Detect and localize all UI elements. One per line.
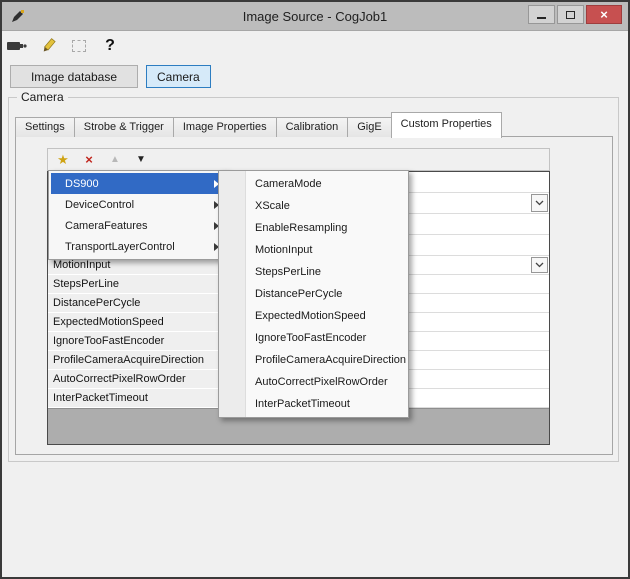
context-menu: DS900 DeviceControl CameraFeatures Trans…	[48, 170, 228, 260]
menu-item-label: CameraFeatures	[65, 220, 148, 232]
setup-button[interactable]	[37, 35, 59, 57]
titlebar[interactable]: Image Source - CogJob1 ×	[2, 2, 628, 31]
property-name: InterPacketTimeout	[48, 389, 226, 408]
menu-item-label: DS900	[65, 178, 99, 190]
acquire-icon	[7, 38, 27, 54]
context-menu-item[interactable]: CameraFeatures	[51, 215, 225, 236]
submenu-item[interactable]: EnableResampling	[221, 217, 406, 239]
help-button[interactable]: ?	[99, 35, 121, 57]
menu-item-label: TransportLayerControl	[65, 241, 175, 253]
menu-item-label: DeviceControl	[65, 199, 134, 211]
submenu-item[interactable]: StepsPerLine	[221, 261, 406, 283]
submenu-item[interactable]: ExpectedMotionSpeed	[221, 305, 406, 327]
source-buttons: Image database Camera	[10, 65, 211, 88]
maximize-button[interactable]	[557, 5, 584, 24]
submenu-item[interactable]: InterPacketTimeout	[221, 393, 406, 415]
tab[interactable]: Settings	[15, 117, 75, 137]
submenu-item[interactable]: IgnoreTooFastEncoder	[221, 327, 406, 349]
submenu-item-label: IgnoreTooFastEncoder	[255, 332, 366, 344]
move-up-icon: ▲	[110, 155, 120, 165]
grid-toolbar: ★ × ▲ ▼	[47, 148, 550, 171]
tab[interactable]: Custom Properties	[391, 112, 502, 138]
submenu-item-label: CameraMode	[255, 178, 322, 190]
context-menu-item[interactable]: DS900	[51, 173, 225, 194]
submenu-item-label: ProfileCameraAcquireDirection	[255, 354, 406, 366]
camera-groupbox-label: Camera	[17, 90, 68, 104]
tab[interactable]: Image Properties	[173, 117, 277, 137]
dropdown-button[interactable]	[531, 194, 548, 212]
acquire-button[interactable]	[6, 35, 28, 57]
submenu-item[interactable]: CameraMode	[221, 173, 406, 195]
context-menu-item[interactable]: TransportLayerControl	[51, 236, 225, 257]
tab[interactable]: GigE	[347, 117, 391, 137]
move-up-button[interactable]: ▲	[106, 151, 124, 169]
setup-pen-icon	[39, 38, 57, 55]
property-name: ExpectedMotionSpeed	[48, 313, 226, 332]
submenu-item[interactable]: DistancePerCycle	[221, 283, 406, 305]
close-icon: ×	[600, 6, 608, 23]
submenu-item-label: ExpectedMotionSpeed	[255, 310, 366, 322]
property-name: StepsPerLine	[48, 275, 226, 294]
image-database-button[interactable]: Image database	[10, 65, 138, 88]
submenu-item-label: AutoCorrectPixelRowOrder	[255, 376, 388, 388]
close-button[interactable]: ×	[586, 5, 622, 24]
submenu-item-label: MotionInput	[255, 244, 312, 256]
image-source-window: Image Source - CogJob1 × ? Image databas…	[0, 0, 630, 579]
minimize-icon	[537, 17, 546, 19]
tab-strip: SettingsStrobe & TriggerImage Properties…	[15, 111, 501, 137]
maximize-icon	[566, 11, 575, 19]
chevron-down-icon	[535, 200, 544, 206]
property-name: AutoCorrectPixelRowOrder	[48, 370, 226, 389]
dropdown-button[interactable]	[531, 257, 548, 273]
property-name: IgnoreTooFastEncoder	[48, 332, 226, 351]
delete-button[interactable]: ×	[80, 151, 98, 169]
delete-icon: ×	[85, 153, 93, 166]
tab[interactable]: Calibration	[276, 117, 349, 137]
property-name: ProfileCameraAcquireDirection	[48, 351, 226, 370]
move-down-icon: ▼	[136, 155, 146, 165]
add-icon: ★	[57, 153, 69, 166]
submenu-item[interactable]: MotionInput	[221, 239, 406, 261]
minimize-button[interactable]	[528, 5, 555, 24]
submenu: CameraMode XScale EnableResampling Motio…	[218, 170, 409, 418]
live-video-button	[68, 35, 90, 57]
property-name: DistancePerCycle	[48, 294, 226, 313]
submenu-item-label: EnableResampling	[255, 222, 347, 234]
submenu-item-label: InterPacketTimeout	[255, 398, 350, 410]
caption-buttons: ×	[528, 5, 622, 24]
tab[interactable]: Strobe & Trigger	[74, 117, 174, 137]
submenu-item[interactable]: XScale	[221, 195, 406, 217]
live-disabled-icon	[72, 40, 86, 52]
add-button[interactable]: ★	[54, 151, 72, 169]
submenu-item[interactable]: AutoCorrectPixelRowOrder	[221, 371, 406, 393]
camera-button[interactable]: Camera	[146, 65, 211, 88]
context-menu-item[interactable]: DeviceControl	[51, 194, 225, 215]
submenu-item-label: StepsPerLine	[255, 266, 321, 278]
main-toolbar: ?	[6, 34, 121, 58]
move-down-button[interactable]: ▼	[132, 151, 150, 169]
submenu-item-label: DistancePerCycle	[255, 288, 342, 300]
submenu-item[interactable]: ProfileCameraAcquireDirection	[221, 349, 406, 371]
help-icon: ?	[105, 37, 115, 55]
submenu-item-label: XScale	[255, 200, 290, 212]
chevron-down-icon	[535, 262, 544, 268]
